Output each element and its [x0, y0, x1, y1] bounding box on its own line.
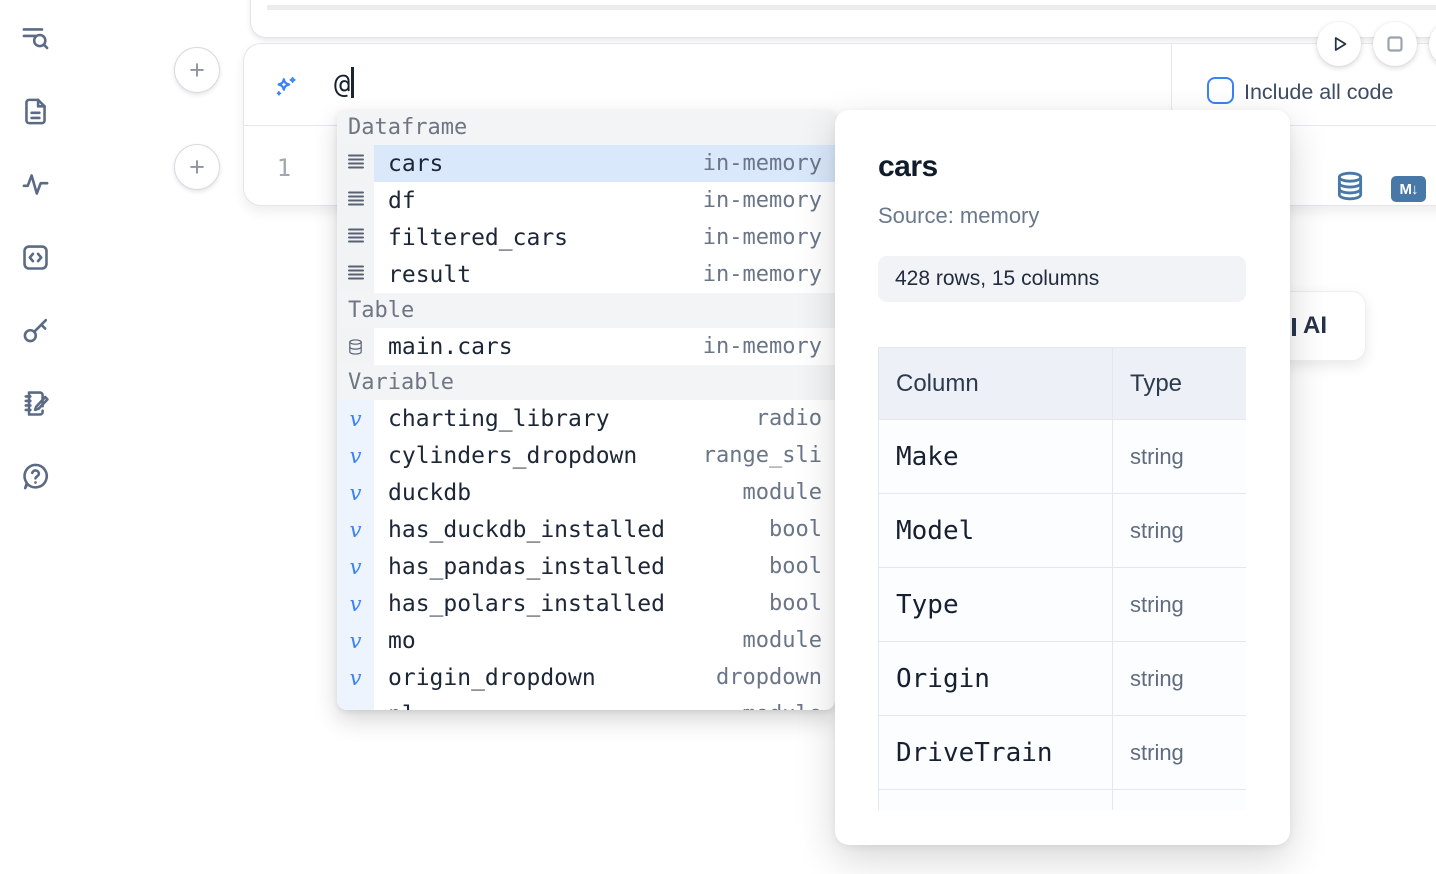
column-header: Column [879, 348, 1113, 420]
table-database-icon [337, 328, 374, 365]
schema-row-clipped [879, 790, 1247, 811]
type-header: Type [1113, 348, 1247, 420]
variable-icon: v [337, 622, 374, 659]
autocomplete-item-result[interactable]: result in-memory [337, 256, 835, 293]
dataframe-icon [337, 256, 374, 293]
variable-icon: v [337, 437, 374, 474]
schema-row: Type string [879, 568, 1247, 642]
autocomplete-item-mo[interactable]: v mo module [337, 622, 835, 659]
schema-table: Column Type Make string Model string Typ… [878, 347, 1246, 810]
section-header-table: Table [337, 293, 835, 328]
run-cell-button[interactable] [1317, 22, 1361, 66]
activity-trace-icon[interactable] [18, 167, 52, 201]
clipped-text-fragment [1292, 318, 1296, 336]
autocomplete-item-main-cars[interactable]: main.cars in-memory [337, 328, 835, 365]
ai-button-label: AI [1303, 312, 1327, 340]
autocomplete-item-charting-library[interactable]: v charting_library radio [337, 400, 835, 437]
dataframe-preview-panel: cars Source: memory 428 rows, 15 columns… [835, 110, 1290, 845]
database-language-icon[interactable] [1334, 170, 1366, 207]
code-snippet-icon[interactable] [18, 240, 52, 274]
variable-icon: v [337, 585, 374, 622]
schema-row: Model string [879, 494, 1247, 568]
panel-title: cars [878, 150, 938, 184]
stop-icon [1382, 31, 1408, 57]
markdown-language-icon[interactable]: M↓ [1391, 176, 1426, 202]
file-document-icon[interactable] [18, 94, 52, 128]
autocomplete-item-has-pandas-installed[interactable]: v has_pandas_installed bool [337, 548, 835, 585]
include-all-code-checkbox[interactable] [1207, 77, 1234, 104]
variable-icon: v [337, 696, 374, 710]
line-number: 1 [262, 154, 306, 182]
key-icon[interactable] [18, 313, 52, 347]
dataframe-icon [337, 182, 374, 219]
include-all-code-label: Include all code [1244, 80, 1393, 105]
autocomplete-dropdown: Dataframe cars in-memory df in-memory fi… [337, 110, 835, 710]
scratchpad-icon[interactable] [18, 386, 52, 420]
schema-header-row: Column Type [879, 348, 1247, 420]
autocomplete-item-cars[interactable]: cars in-memory [337, 145, 835, 182]
stop-cell-button[interactable] [1373, 22, 1417, 66]
help-chat-icon[interactable] [18, 459, 52, 493]
add-cell-below-button[interactable]: + [174, 144, 220, 190]
autocomplete-item-has-duckdb-installed[interactable]: v has_duckdb_installed bool [337, 511, 835, 548]
variable-icon: v [337, 511, 374, 548]
variable-icon: v [337, 659, 374, 696]
autocomplete-item-has-polars-installed[interactable]: v has_polars_installed bool [337, 585, 835, 622]
panel-source: Source: memory [878, 203, 1039, 229]
dataframe-icon [337, 219, 374, 256]
autocomplete-item-duckdb[interactable]: v duckdb module [337, 474, 835, 511]
previous-cell-bottom-edge [250, 0, 1436, 38]
schema-table-wrap: Column Type Make string Model string Typ… [878, 347, 1246, 810]
autocomplete-item-origin-dropdown[interactable]: v origin_dropdown dropdown [337, 659, 835, 696]
ai-prompt-input[interactable]: @ [334, 67, 354, 100]
schema-row: DriveTrain string [879, 716, 1247, 790]
shape-badge: 428 rows, 15 columns [878, 256, 1246, 302]
autocomplete-item-clipped[interactable]: v pl module [337, 696, 835, 710]
section-header-variable: Variable [337, 365, 835, 400]
play-icon [1326, 31, 1352, 57]
text-cursor [351, 67, 354, 98]
schema-row: Make string [879, 420, 1247, 494]
toc-search-icon[interactable] [18, 21, 52, 55]
sidebar [18, 21, 52, 493]
previous-cell-divider [267, 5, 1436, 10]
add-cell-above-button[interactable]: + [174, 47, 220, 93]
schema-row: Origin string [879, 642, 1247, 716]
autocomplete-item-df[interactable]: df in-memory [337, 182, 835, 219]
variable-icon: v [337, 548, 374, 585]
variable-icon: v [337, 474, 374, 511]
autocomplete-item-filtered-cars[interactable]: filtered_cars in-memory [337, 219, 835, 256]
section-header-dataframe: Dataframe [337, 110, 835, 145]
autocomplete-item-cylinders-dropdown[interactable]: v cylinders_dropdown range_sli [337, 437, 835, 474]
dataframe-icon [337, 145, 374, 182]
variable-icon: v [337, 400, 374, 437]
sparkles-icon [271, 74, 299, 107]
